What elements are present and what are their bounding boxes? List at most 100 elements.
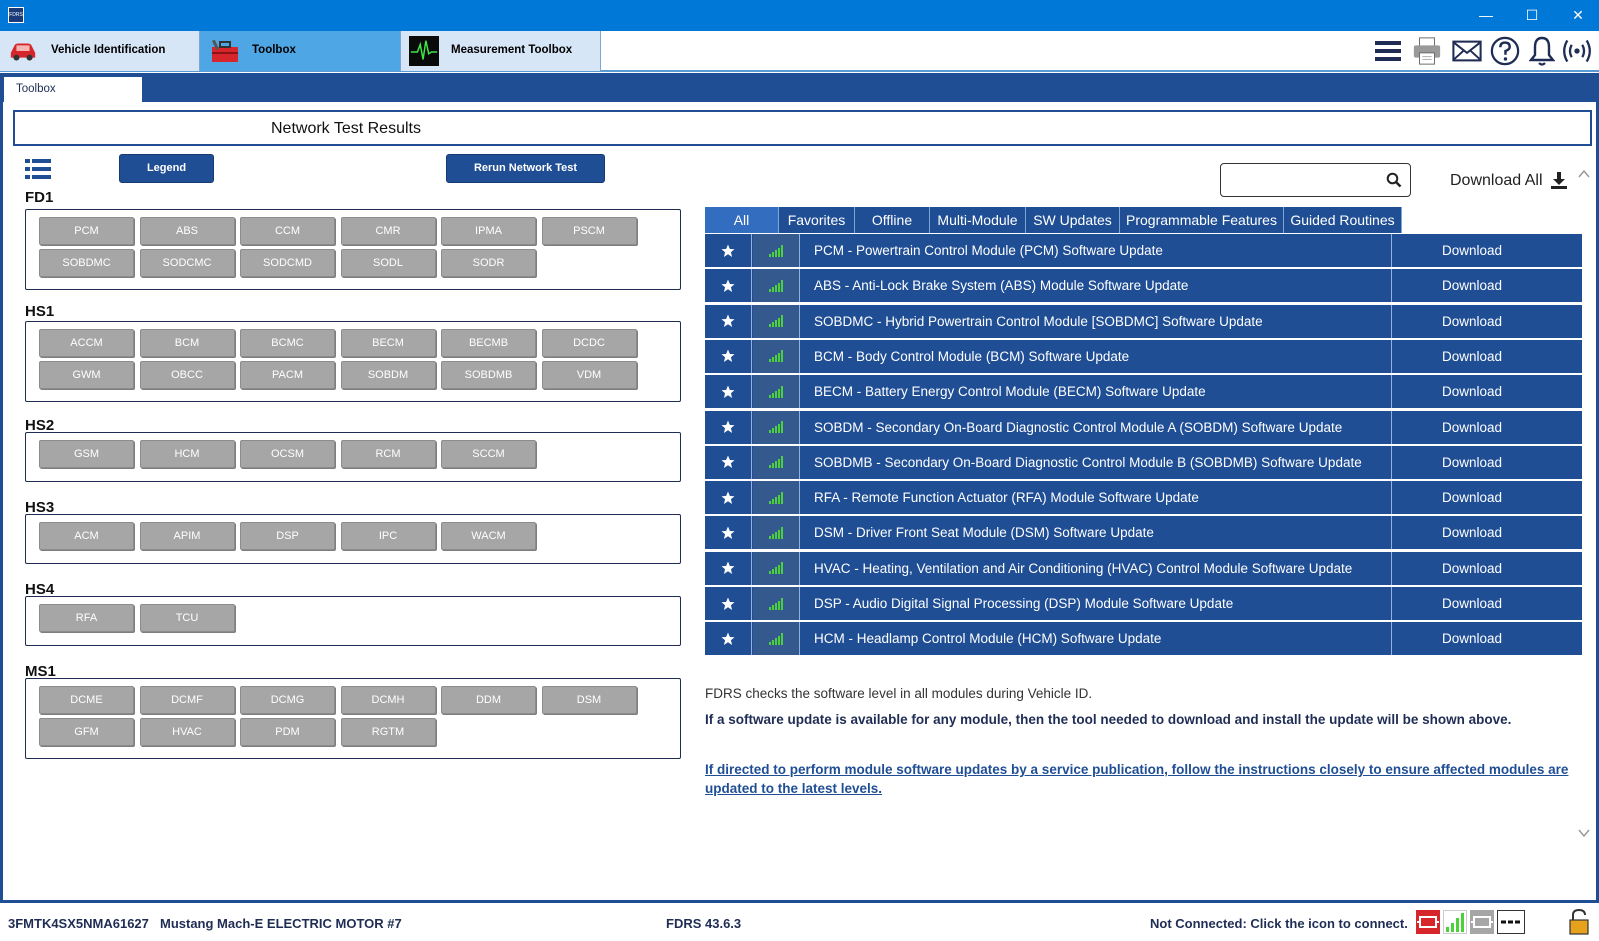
download-button[interactable]: Download bbox=[1392, 596, 1552, 611]
download-button[interactable]: Download bbox=[1392, 243, 1552, 258]
update-row[interactable]: DSM - Driver Front Seat Module (DSM) Sof… bbox=[705, 516, 1582, 550]
module-button[interactable]: SCCM bbox=[441, 440, 536, 468]
vci-disconnected-icon[interactable] bbox=[1416, 910, 1440, 934]
tab-toolbox-sub[interactable]: Toolbox bbox=[4, 77, 142, 102]
module-button[interactable]: DSM bbox=[541, 686, 637, 714]
service-publication-link[interactable]: If directed to perform module software u… bbox=[705, 760, 1575, 798]
help-icon[interactable] bbox=[1490, 36, 1520, 66]
module-button[interactable]: ABS bbox=[139, 217, 235, 245]
download-button[interactable]: Download bbox=[1392, 278, 1552, 293]
close-button[interactable]: ✕ bbox=[1555, 0, 1599, 31]
legend-button[interactable]: Legend bbox=[119, 154, 214, 183]
favorite-star-icon[interactable] bbox=[705, 234, 752, 267]
download-button[interactable]: Download bbox=[1392, 420, 1552, 435]
scroll-down-icon[interactable] bbox=[1578, 827, 1590, 839]
module-button[interactable]: BCMC bbox=[240, 329, 335, 357]
module-button[interactable]: DCMF bbox=[139, 686, 235, 714]
tab-vehicle-identification[interactable]: Vehicle Identification bbox=[0, 31, 200, 71]
rerun-network-test-button[interactable]: Rerun Network Test bbox=[446, 154, 605, 183]
signal-strength-icon[interactable] bbox=[1443, 910, 1467, 934]
module-button[interactable]: BECM bbox=[340, 329, 436, 357]
module-button[interactable]: APIM bbox=[139, 522, 235, 550]
update-row[interactable]: DSP - Audio Digital Signal Processing (D… bbox=[705, 587, 1582, 620]
update-row[interactable]: HVAC - Heating, Ventilation and Air Cond… bbox=[705, 551, 1582, 585]
update-row[interactable]: ABS - Anti-Lock Brake System (ABS) Modul… bbox=[705, 269, 1582, 303]
favorite-star-icon[interactable] bbox=[705, 551, 752, 585]
download-button[interactable]: Download bbox=[1392, 631, 1552, 646]
module-button[interactable]: OBCC bbox=[139, 361, 235, 389]
download-all-button[interactable]: Download All bbox=[1450, 172, 1543, 190]
favorite-star-icon[interactable] bbox=[705, 516, 752, 550]
module-button[interactable]: TCU bbox=[139, 604, 235, 632]
favorite-star-icon[interactable] bbox=[705, 445, 752, 479]
mail-icon[interactable] bbox=[1452, 36, 1482, 66]
tab-measurement-toolbox[interactable]: Measurement Toolbox bbox=[401, 31, 601, 71]
module-button[interactable]: SOBDMC bbox=[39, 249, 134, 277]
favorite-star-icon[interactable] bbox=[705, 587, 752, 620]
module-button[interactable]: GWM bbox=[39, 361, 134, 389]
favorite-star-icon[interactable] bbox=[705, 410, 752, 444]
module-button[interactable]: WACM bbox=[441, 522, 536, 550]
module-button[interactable]: SODL bbox=[340, 249, 436, 277]
favorite-star-icon[interactable] bbox=[705, 269, 752, 303]
search-input[interactable] bbox=[1220, 163, 1411, 197]
download-button[interactable]: Download bbox=[1392, 314, 1552, 329]
maximize-button[interactable]: ☐ bbox=[1509, 0, 1555, 31]
update-row[interactable]: RFA - Remote Function Actuator (RFA) Mod… bbox=[705, 481, 1582, 515]
module-button[interactable]: ACCM bbox=[39, 329, 134, 357]
update-row[interactable]: SOBDMC - Hybrid Powertrain Control Modul… bbox=[705, 304, 1582, 338]
download-button[interactable]: Download bbox=[1392, 384, 1552, 399]
module-button[interactable]: IPMA bbox=[441, 217, 536, 245]
module-button[interactable]: IPC bbox=[340, 522, 436, 550]
module-button[interactable]: SODCMD bbox=[240, 249, 335, 277]
download-button[interactable]: Download bbox=[1392, 490, 1552, 505]
module-button[interactable]: PCM bbox=[39, 217, 134, 245]
module-button[interactable]: DSP bbox=[240, 522, 335, 550]
scroll-up-icon[interactable] bbox=[1578, 168, 1590, 180]
filter-tab[interactable]: SW Updates bbox=[1026, 207, 1120, 233]
filter-tab[interactable]: Multi-Module bbox=[930, 207, 1026, 233]
list-view-icon[interactable] bbox=[25, 158, 51, 180]
module-button[interactable]: RGTM bbox=[340, 718, 436, 746]
module-button[interactable]: PACM bbox=[240, 361, 335, 389]
favorite-star-icon[interactable] bbox=[705, 622, 752, 656]
module-button[interactable]: GFM bbox=[39, 718, 134, 746]
update-row[interactable]: PCM - Powertrain Control Module (PCM) So… bbox=[705, 234, 1582, 267]
module-button[interactable]: CCM bbox=[240, 217, 335, 245]
module-button[interactable]: BECMB bbox=[441, 329, 536, 357]
favorite-star-icon[interactable] bbox=[705, 481, 752, 515]
update-row[interactable]: SOBDMB - Secondary On-Board Diagnostic C… bbox=[705, 445, 1582, 479]
download-icon[interactable] bbox=[1551, 171, 1567, 189]
module-button[interactable]: HVAC bbox=[139, 718, 235, 746]
minimize-button[interactable]: — bbox=[1463, 0, 1509, 31]
module-button[interactable]: BCM bbox=[139, 329, 235, 357]
module-button[interactable]: DDM bbox=[441, 686, 536, 714]
favorite-star-icon[interactable] bbox=[705, 304, 752, 338]
menu-icon[interactable] bbox=[1373, 36, 1403, 66]
module-button[interactable]: DCME bbox=[39, 686, 134, 714]
download-button[interactable]: Download bbox=[1392, 455, 1552, 470]
module-button[interactable]: SODCMC bbox=[139, 249, 235, 277]
module-button[interactable]: PDM bbox=[240, 718, 335, 746]
module-button[interactable]: SOBDM bbox=[340, 361, 436, 389]
update-row[interactable]: BECM - Battery Energy Control Module (BE… bbox=[705, 375, 1582, 409]
lock-icon[interactable] bbox=[1568, 908, 1590, 936]
download-button[interactable]: Download bbox=[1392, 525, 1552, 540]
printer-icon[interactable] bbox=[1412, 36, 1442, 66]
module-button[interactable]: PSCM bbox=[541, 217, 637, 245]
filter-tab[interactable]: Offline bbox=[855, 207, 930, 233]
filter-tab[interactable]: All bbox=[705, 207, 779, 233]
module-button[interactable]: RFA bbox=[39, 604, 134, 632]
module-button[interactable]: DCMG bbox=[240, 686, 335, 714]
module-button[interactable]: RCM bbox=[340, 440, 436, 468]
module-button[interactable]: SODR bbox=[441, 249, 536, 277]
filter-tab[interactable]: Guided Routines bbox=[1284, 207, 1402, 233]
module-button[interactable]: DCMH bbox=[340, 686, 436, 714]
filter-tab[interactable]: Programmable Features bbox=[1120, 207, 1284, 233]
favorite-star-icon[interactable] bbox=[705, 375, 752, 409]
tab-toolbox[interactable]: Toolbox bbox=[200, 31, 401, 71]
update-row[interactable]: BCM - Body Control Module (BCM) Software… bbox=[705, 339, 1582, 373]
module-button[interactable]: HCM bbox=[139, 440, 235, 468]
module-button[interactable]: GSM bbox=[39, 440, 134, 468]
bell-icon[interactable] bbox=[1527, 36, 1557, 66]
